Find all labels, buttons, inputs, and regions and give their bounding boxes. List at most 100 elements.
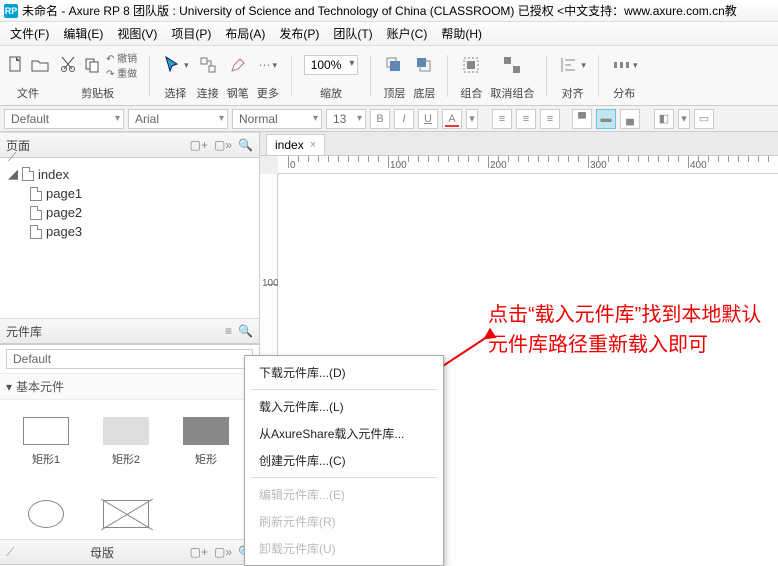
toolbar-label-select: 选择 (164, 85, 186, 101)
context-item[interactable]: 载入元件库...(L) (245, 393, 443, 420)
menu-bar: 文件(F) 编辑(E) 视图(V) 项目(P) 布局(A) 发布(P) 团队(T… (0, 22, 778, 46)
toolbar-label-pen: 钢笔 (227, 85, 249, 101)
font-size-select[interactable]: 13 (326, 109, 366, 129)
context-item: 刷新元件库(R) (245, 508, 443, 535)
add-master-folder-icon[interactable]: ▢» (214, 545, 232, 559)
cut-icon[interactable] (58, 55, 78, 75)
separator (598, 55, 599, 97)
send-back-icon[interactable] (414, 55, 434, 75)
separator (291, 55, 292, 97)
page-icon (30, 187, 42, 201)
ungroup-icon[interactable] (502, 55, 522, 75)
document-tabs: index× (260, 132, 778, 156)
bold-button[interactable]: B (370, 109, 390, 129)
group-icon[interactable] (461, 55, 481, 75)
add-folder-icon[interactable]: ▢» (214, 138, 232, 152)
page-icon (30, 206, 42, 220)
context-item[interactable]: 创建元件库...(C) (245, 447, 443, 474)
fill-color-more[interactable]: ▾ (678, 109, 690, 129)
widget-rect2[interactable]: 矩形2 (86, 406, 166, 478)
valign-top-button[interactable]: ▀ (572, 109, 592, 129)
menu-team[interactable]: 团队(T) (327, 23, 378, 44)
zoom-select[interactable]: 100% (304, 55, 359, 75)
close-tab-icon[interactable]: × (310, 139, 316, 151)
toolbar-label-align: 对齐 (562, 85, 584, 101)
font-weight-select[interactable]: Normal (232, 109, 322, 129)
context-item[interactable]: 下载元件库...(D) (245, 359, 443, 386)
menu-layout[interactable]: 布局(A) (219, 23, 271, 44)
tree-item[interactable]: page1 (8, 184, 251, 203)
library-select[interactable]: Default (6, 349, 253, 369)
widget-rect1[interactable]: 矩形1 (6, 406, 86, 478)
menu-help[interactable]: 帮助(H) (435, 23, 488, 44)
font-color-button[interactable]: A (442, 109, 462, 129)
pages-tree: ◢index page1 page2 page3 (0, 158, 259, 318)
fill-color-button[interactable]: ◧ (654, 109, 674, 129)
tab-index[interactable]: index× (266, 134, 325, 155)
style-select[interactable]: Default (4, 109, 124, 129)
pin-icon[interactable]: ⟋ (8, 150, 16, 165)
tree-item[interactable]: page2 (8, 203, 251, 222)
add-master-icon[interactable]: ▢+ (190, 545, 208, 559)
menu-publish[interactable]: 发布(P) (273, 23, 325, 44)
align-icon[interactable] (559, 55, 579, 75)
widgets-panel-header: 元件库 ≡ 🔍 (0, 318, 259, 344)
border-more[interactable]: ▭ (694, 109, 714, 129)
open-file-icon[interactable] (30, 55, 50, 75)
bring-front-icon[interactable] (384, 55, 404, 75)
redo-label[interactable]: ↷ 重做 (106, 65, 137, 80)
separator (370, 55, 371, 97)
connect-tool-icon[interactable] (198, 55, 218, 75)
separator (149, 55, 150, 97)
toolbar-label-more: 更多 (257, 85, 279, 101)
widgets-panel-title: 元件库 (6, 323, 42, 340)
underline-button[interactable]: U (418, 109, 438, 129)
main-toolbar: 文件 ↶ 撤销 ↷ 重做 剪贴板 ▾选择 连接 钢笔 ⋯▾更多 100%缩放 顶… (0, 46, 778, 106)
font-color-more[interactable]: ▾ (466, 109, 478, 129)
align-right-button[interactable]: ≡ (540, 109, 560, 129)
library-menu-icon[interactable]: ≡ (225, 324, 232, 338)
toolbar-label-group: 组合 (460, 85, 482, 101)
menu-edit[interactable]: 编辑(E) (57, 23, 109, 44)
copy-icon[interactable] (82, 55, 102, 75)
search-widgets-icon[interactable]: 🔍 (238, 324, 253, 338)
widgets-panel: Default ▾基本元件 矩形1 矩形2 矩形 (0, 344, 259, 539)
separator (447, 55, 448, 97)
window-title: 未命名 - Axure RP 8 团队版 : University of Sci… (22, 2, 737, 19)
add-page-icon[interactable]: ▢+ (190, 138, 208, 152)
tree-item[interactable]: page3 (8, 222, 251, 241)
italic-button[interactable]: I (394, 109, 414, 129)
menu-account[interactable]: 账户(C) (381, 23, 434, 44)
toolbar-label-zoom: 缩放 (320, 85, 342, 101)
valign-middle-button[interactable]: ▬ (596, 109, 616, 129)
align-center-button[interactable]: ≡ (516, 109, 536, 129)
distribute-icon[interactable] (611, 55, 631, 75)
search-pages-icon[interactable]: 🔍 (238, 138, 253, 152)
tree-root[interactable]: ◢index (8, 164, 251, 184)
toolbar-label-top: 顶层 (383, 85, 405, 101)
app-logo: RP (4, 4, 18, 18)
new-file-icon[interactable] (6, 55, 26, 75)
menu-view[interactable]: 视图(V) (111, 23, 163, 44)
horizontal-ruler: 0100200300400 (278, 156, 778, 174)
menu-project[interactable]: 项目(P) (165, 23, 217, 44)
more-tools-icon[interactable]: ⋯ (258, 58, 270, 72)
left-column: ⟋ 页面 ▢+ ▢» 🔍 ◢index page1 page2 page3 元件… (0, 132, 260, 565)
toolbar-label-distribute: 分布 (613, 85, 635, 101)
undo-label[interactable]: ↶ 撤销 (106, 50, 137, 65)
valign-bottom-button[interactable]: ▄ (620, 109, 640, 129)
toolbar-label-file: 文件 (17, 85, 39, 101)
page-icon (22, 167, 34, 181)
masters-panel-header: ⟋ 母版 ▢+ ▢» 🔍 (0, 539, 259, 565)
context-item[interactable]: 从AxureShare载入元件库... (245, 420, 443, 447)
align-left-button[interactable]: ≡ (492, 109, 512, 129)
style-bar: Default Arial Normal 13 B I U A ▾ ≡ ≡ ≡ … (0, 106, 778, 132)
font-select[interactable]: Arial (128, 109, 228, 129)
library-context-menu: 下载元件库...(D) 载入元件库...(L)从AxureShare载入元件库..… (244, 355, 444, 566)
toolbar-label-connect: 连接 (197, 85, 219, 101)
menu-file[interactable]: 文件(F) (4, 23, 55, 44)
pen-tool-icon[interactable] (228, 55, 248, 75)
section-header[interactable]: ▾基本元件 (0, 374, 259, 400)
widget-rect3[interactable]: 矩形 (166, 406, 246, 478)
select-tool-icon[interactable] (162, 55, 182, 75)
